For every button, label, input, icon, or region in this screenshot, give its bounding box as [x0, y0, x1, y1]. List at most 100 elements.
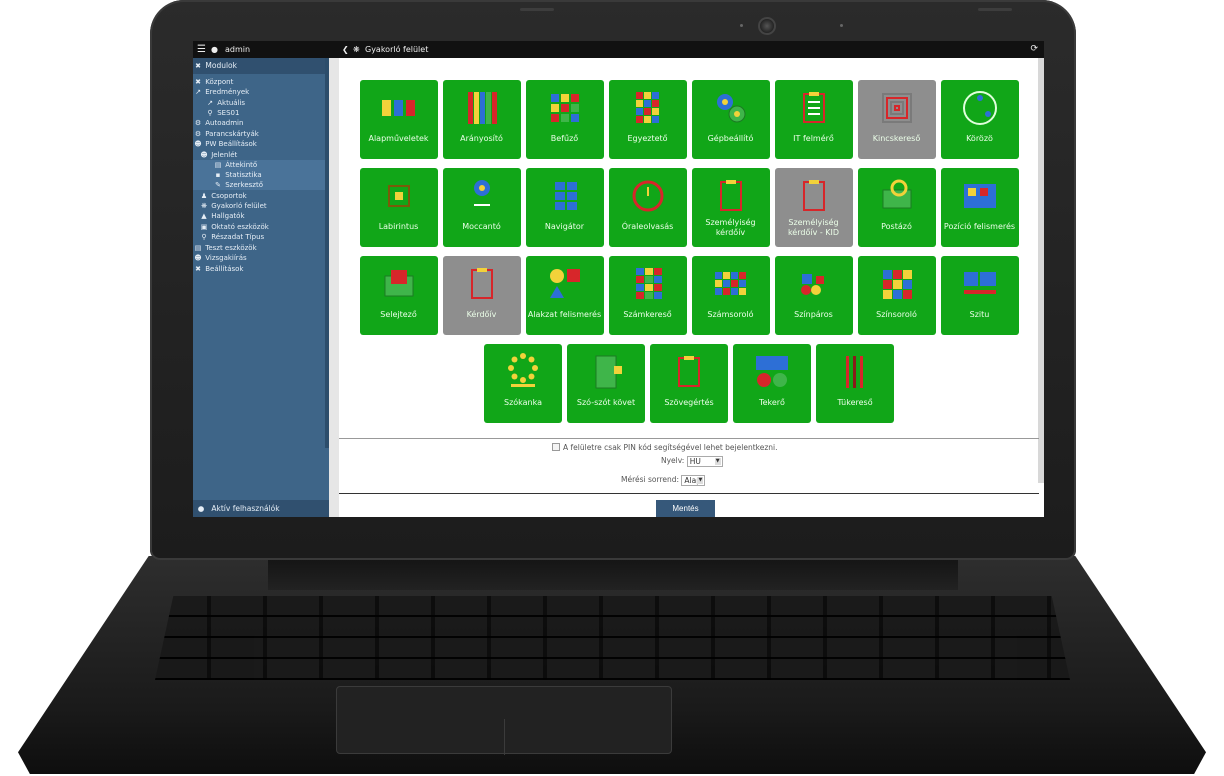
tile-szokanka[interactable]: Szókanka: [484, 344, 562, 423]
doc-icon: ▤: [194, 244, 202, 252]
group-icon: ♟: [200, 192, 208, 200]
chevron-down-icon: ▼: [697, 476, 704, 484]
tile-szo-szot-kovet[interactable]: Szó-szót követ: [567, 344, 645, 423]
tile-tekero[interactable]: Tekerő: [733, 344, 811, 423]
active-users-bar[interactable]: ● Aktív felhasználók: [193, 500, 329, 517]
chart-icon: ↗: [195, 88, 201, 96]
szamsorolo-icon: [714, 272, 746, 295]
brain-icon: ❋: [353, 45, 360, 54]
lid-bump-right: [978, 8, 1012, 11]
tile-oraleolvasas[interactable]: Óraleolvasás: [608, 168, 687, 247]
labirintus-icon: [387, 185, 410, 207]
tile-szinparos[interactable]: Színpáros: [774, 256, 853, 335]
befuzo-icon: [550, 94, 579, 122]
alakzat-felismeres-icon: [549, 269, 580, 298]
szemelyiseg-kerdoiv-kid-icon: [802, 180, 825, 211]
back-icon[interactable]: ❮: [342, 41, 349, 58]
tile-moccanto[interactable]: Moccantó: [442, 168, 521, 247]
sidebar-item-eredmenyek[interactable]: ↗ Eredmények: [193, 87, 325, 97]
tile-pozicio-felismeres[interactable]: Pozíció felismerés: [940, 168, 1019, 247]
tile-tukereso[interactable]: Tükereső: [816, 344, 894, 423]
sidebar-item-gyakorlo-felulet[interactable]: ❋ Gyakorló felület: [193, 201, 325, 211]
sidebar-item-hallgatok[interactable]: ▲ Hallgatók: [193, 211, 325, 221]
gepbeallito-icon: [716, 94, 745, 123]
szamkereso-icon: [635, 268, 662, 299]
sidebar-item-teszt-eszkozok[interactable]: ▤ Teszt eszközök: [193, 243, 325, 253]
pin-icon: ⚲: [207, 109, 213, 117]
tile-alakzat-felismeres[interactable]: Alakzat felismerés: [525, 256, 604, 335]
tile-szamkereso[interactable]: Számkereső: [608, 256, 687, 335]
tile-label: Labirintus: [378, 222, 419, 231]
sidebar-item-oktato-eszkozok[interactable]: ▣ Oktató eszközök: [193, 222, 325, 232]
save-button[interactable]: Mentés: [656, 500, 715, 517]
tile-szovegertes[interactable]: Szövegértés: [650, 344, 728, 423]
order-select[interactable]: Alap ▼: [681, 474, 706, 486]
sidebar-item-beallitasok[interactable]: ✖ Beállítások: [193, 264, 325, 274]
tile-label: IT felmérő: [793, 134, 834, 143]
tile-befuzo[interactable]: Befűző: [525, 80, 604, 159]
tile-gepbeallito[interactable]: Gépbeállító: [691, 80, 770, 159]
tile-navigator[interactable]: Navigátor: [525, 168, 604, 247]
sidebar-item-label: SES01: [217, 109, 240, 117]
sidebar-item-statisztika[interactable]: ▪ Statisztika: [193, 170, 325, 180]
sidebar-splitter[interactable]: [329, 58, 339, 517]
oraleolvasas-icon: [632, 180, 663, 212]
sidebar-item-kozpont[interactable]: ✖ Központ: [193, 77, 325, 87]
tile-szemelyiseg-kerdoiv-kid[interactable]: Személyiség kérdőív - KID: [774, 168, 853, 247]
sidebar-item-jelenlet[interactable]: ☻ Jelenlét: [193, 150, 325, 160]
tile-label: Színpáros: [794, 310, 833, 319]
tile-it-felmero[interactable]: IT felmérő: [774, 80, 853, 159]
sidebar-item-parancskartyak[interactable]: ⚙ Parancskártyák: [193, 129, 325, 139]
sidebar-item-reszadat-tipus[interactable]: ⚲ Részadat Típus: [193, 232, 325, 242]
monitor-icon: ▣: [200, 223, 208, 231]
sidebar-header[interactable]: ✖ Modulok: [193, 58, 325, 74]
tile-label: Szitu: [969, 310, 990, 319]
tile-label: Személyiség kérdőív: [705, 218, 756, 237]
sidebar-item-label: Csoportok: [211, 192, 247, 200]
tile-label: Színsoroló: [876, 310, 917, 319]
sidebar-item-ses01[interactable]: ⚲ SES01: [193, 108, 325, 118]
tile-kerdoiv[interactable]: Kérdőív: [442, 256, 521, 335]
korozo-icon: [962, 91, 997, 125]
tile-labirintus[interactable]: Labirintus: [359, 168, 438, 247]
tile-szinsorolo[interactable]: Színsoroló: [857, 256, 936, 335]
sidebar-item-label: Vizsgakiírás: [205, 254, 247, 262]
sidebar-item-csoportok[interactable]: ♟ Csoportok: [193, 191, 325, 201]
user-icon: ●: [211, 45, 218, 54]
sidebar-item-label: Szerkesztő: [225, 181, 263, 189]
tile-label: Egyeztető: [627, 134, 668, 143]
sidebar-item-szerkeszto[interactable]: ✎ Szerkesztő: [193, 180, 325, 190]
refresh-icon[interactable]: ⟳: [1030, 41, 1038, 58]
tekero-icon: [756, 356, 788, 387]
hamburger-icon[interactable]: ☰: [197, 41, 206, 58]
szo-szot-kovet-icon: [595, 355, 622, 389]
tile-szemelyiseg-kerdoiv[interactable]: Személyiség kérdőív: [691, 168, 770, 247]
sidebar-item-label: Központ: [205, 78, 234, 86]
sidebar-item-aktualis[interactable]: ↗ Aktuális: [193, 98, 325, 108]
tile-label: Szó-szót követ: [576, 398, 636, 407]
content-scrollbar[interactable]: [1038, 58, 1044, 483]
laptop-keyboard: [155, 596, 1070, 680]
tukereso-icon: [846, 356, 863, 388]
user-icon: ●: [197, 504, 205, 513]
tile-szamsorolo[interactable]: Számsoroló: [691, 256, 770, 335]
tile-korozo[interactable]: Körözö: [940, 80, 1019, 159]
options-divider-bottom: [339, 493, 1039, 494]
tile-kincskereso[interactable]: Kincskereső: [857, 80, 936, 159]
tile-postazo[interactable]: Postázó: [857, 168, 936, 247]
sidebar-item-vizsgakiiras[interactable]: ☻ Vizsgakiírás: [193, 253, 325, 263]
users-icon: ☻: [194, 140, 202, 148]
tile-szitu[interactable]: Szitu: [940, 256, 1019, 335]
sidebar-item-autoadmin[interactable]: ⚙ Autoadmin: [193, 118, 325, 128]
pin-option[interactable]: A felületre csak PIN kód segítségével le…: [552, 442, 777, 453]
sidebar-item-pw-beallitasok[interactable]: ☻ PW Beállítások: [193, 139, 325, 149]
pin-checkbox[interactable]: [552, 443, 560, 451]
language-select[interactable]: HU ▼: [686, 455, 723, 467]
tile-aranyosito[interactable]: Arányosító: [442, 80, 521, 159]
tile-alapmuveletek[interactable]: Alapműveletek: [359, 80, 438, 159]
sidebar-item-attekinto[interactable]: ▤ Áttekintő: [193, 160, 325, 170]
tile-selejtezo[interactable]: Selejtező: [359, 256, 438, 335]
username[interactable]: admin: [225, 41, 250, 58]
sidebar-item-label: Áttekintő: [225, 161, 258, 169]
tile-egyezteto[interactable]: Egyeztető: [608, 80, 687, 159]
